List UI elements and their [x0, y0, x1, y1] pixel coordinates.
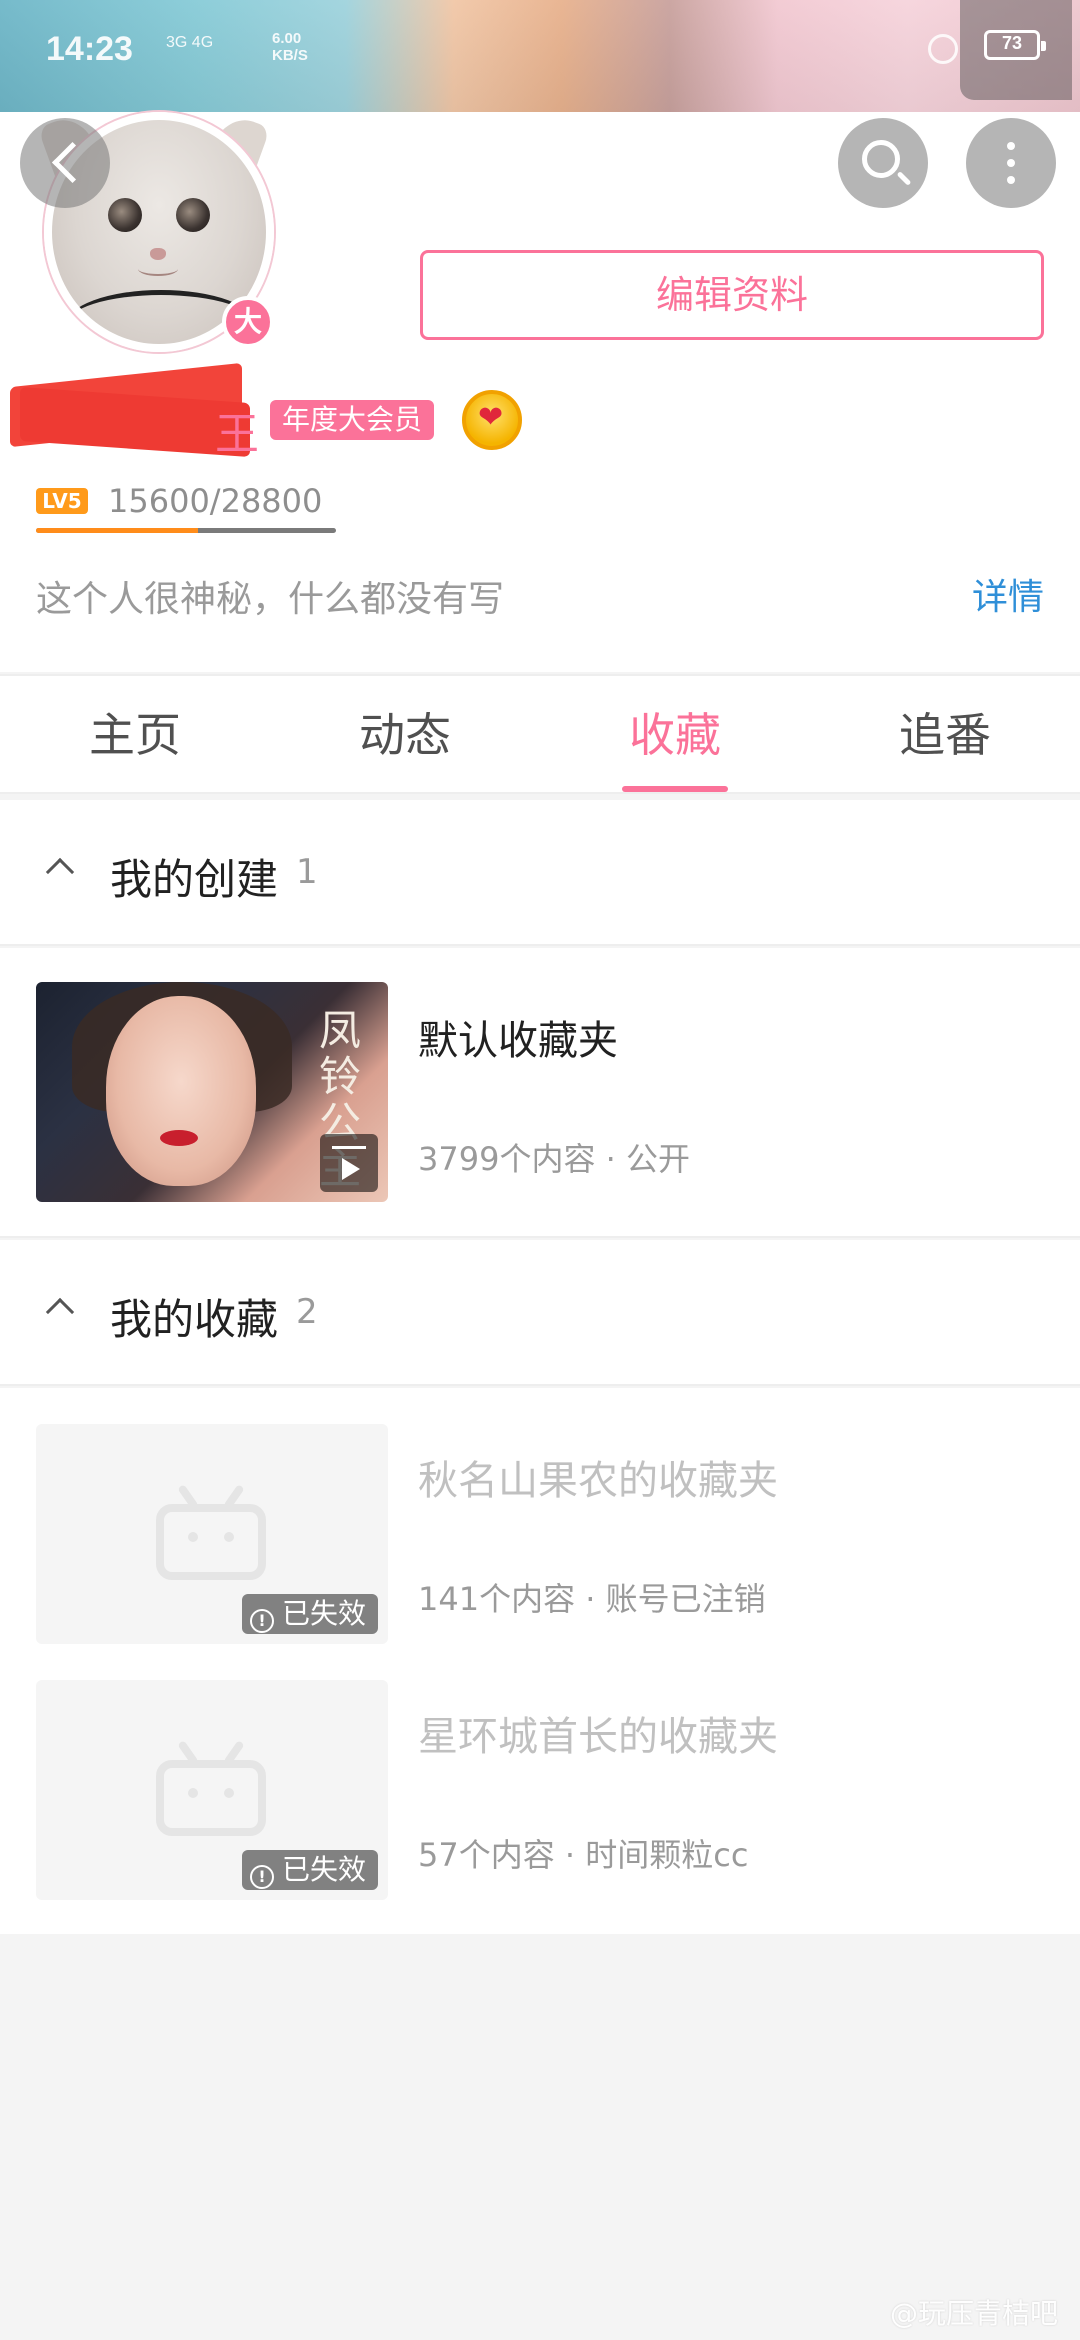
search-icon	[862, 140, 900, 178]
username-fragment: 王	[215, 409, 259, 460]
search-button[interactable]	[838, 118, 928, 208]
detail-link[interactable]: 详情	[972, 568, 1044, 620]
tv-placeholder-icon	[156, 1484, 266, 1580]
section-title: 我的收藏	[110, 1295, 279, 1344]
folder-name[interactable]: 星环城首长的收藏夹	[418, 1704, 778, 1762]
folder-meta: 57个内容 · 时间颗粒cc	[418, 1836, 749, 1874]
tab-favorites[interactable]: 收藏	[540, 676, 810, 794]
warning-icon: !	[249, 1609, 274, 1633]
chevron-up-icon	[45, 857, 75, 887]
profile-tabs: 主页 动态 收藏 追番	[0, 674, 1080, 794]
bio-text: 这个人很神秘，什么都没有写	[36, 579, 505, 620]
chevron-up-icon	[45, 1297, 75, 1327]
favorites-list: ! 已失效 秋名山果农的收藏夹 141个内容 · 账号已注销 ! 已失效 星环城首长…	[0, 1388, 1080, 1934]
invalid-badge: ! 已失效	[241, 1594, 378, 1634]
status-time: 14:23	[46, 30, 133, 68]
exp-text: 15600/28800	[108, 482, 323, 520]
network-indicator: 3G 4G	[166, 34, 214, 51]
section-my-favorites[interactable]: 我的收藏 2	[0, 1240, 1080, 1386]
folder-name: 默认收藏夹	[418, 1018, 618, 1064]
warning-icon: !	[249, 1865, 274, 1889]
tab-bangumi[interactable]: 追番	[810, 676, 1080, 794]
folder-meta: 141个内容 · 账号已注销	[418, 1580, 766, 1618]
invalid-folder-cover: ! 已失效	[36, 1424, 388, 1644]
exp-progress-bar	[36, 528, 336, 533]
tab-dynamics[interactable]: 动态	[270, 676, 540, 794]
alarm-icon	[928, 34, 958, 64]
medal-icon[interactable]	[462, 390, 522, 450]
active-tab-indicator	[622, 786, 728, 792]
invalid-badge: ! 已失效	[241, 1850, 378, 1890]
folder-name[interactable]: 秋名山果农的收藏夹	[418, 1448, 778, 1506]
section-my-created[interactable]: 我的创建 1	[0, 800, 1080, 946]
watermark: @玩压青桔吧	[889, 2297, 1058, 2330]
annual-vip-tag[interactable]: 年度大会员	[270, 400, 435, 440]
favorite-folder-item[interactable]: 凤铃公主 默认收藏夹 3799个内容 · 公开	[0, 948, 1080, 1238]
section-count: 1	[296, 852, 318, 892]
battery-icon: 73	[960, 0, 1072, 100]
level-badge: LV5	[36, 488, 88, 514]
back-button[interactable]	[20, 118, 110, 208]
invalid-folder-cover: ! 已失效	[36, 1680, 388, 1900]
edit-profile-button[interactable]: 编辑资料	[420, 250, 1044, 340]
battery-level: 73	[1001, 33, 1023, 53]
folder-meta: 3799个内容 · 公开	[418, 1140, 690, 1178]
folder-cover: 凤铃公主	[36, 982, 388, 1202]
more-options-button[interactable]	[966, 118, 1056, 208]
network-speed: 6.00 KB/S	[272, 30, 308, 64]
video-playlist-icon	[320, 1134, 378, 1192]
section-count: 2	[296, 1292, 318, 1332]
tv-placeholder-icon	[156, 1740, 266, 1836]
status-bar: 14:23 3G 4G 6.00 KB/S 73	[0, 0, 1080, 100]
section-title: 我的创建	[110, 855, 279, 904]
tab-home[interactable]: 主页	[0, 676, 270, 794]
vip-badge: 大	[222, 296, 274, 348]
